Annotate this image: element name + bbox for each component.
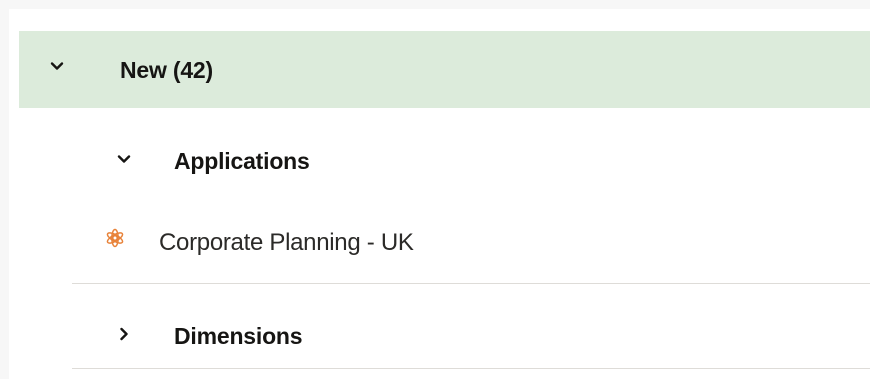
- section-dimensions[interactable]: Dimensions: [72, 299, 870, 369]
- section-applications[interactable]: Applications: [72, 124, 870, 194]
- chevron-down-icon[interactable]: [46, 55, 68, 77]
- list-item-corporate-planning-uk[interactable]: Corporate Planning - UK: [72, 205, 870, 283]
- chevron-right-icon[interactable]: [113, 323, 135, 345]
- chevron-down-icon[interactable]: [113, 148, 135, 170]
- application-flower-icon: [104, 227, 126, 249]
- item-label: Corporate Planning - UK: [159, 229, 414, 256]
- section-label: Applications: [174, 148, 310, 174]
- section-label: Dimensions: [174, 323, 303, 349]
- group-new[interactable]: New (42): [19, 31, 870, 108]
- divider: [72, 283, 870, 284]
- tree-panel: New (42) Applications Corporate Planning…: [9, 9, 870, 379]
- group-label: New (42): [120, 57, 213, 83]
- divider: [72, 368, 870, 369]
